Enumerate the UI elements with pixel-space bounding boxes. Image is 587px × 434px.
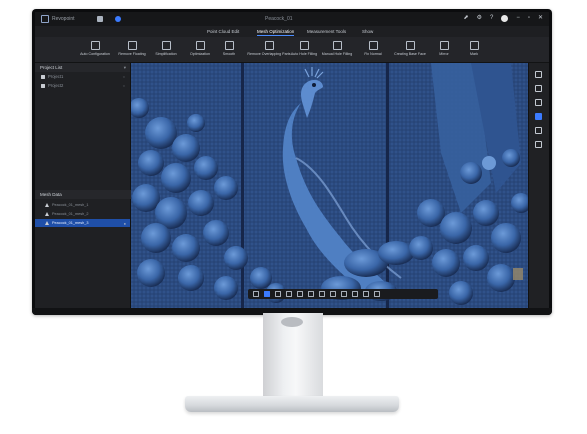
- left-panel: Project List ▾ Project1 ○ Project2 ○ Mes…: [35, 63, 135, 308]
- mirror-icon: [439, 41, 449, 50]
- project-list-header: Project List ▾: [35, 63, 130, 72]
- window-controls: ⬈ ⚙ ? − ▫ ✕: [464, 15, 543, 22]
- mesh-item[interactable]: Peacock_01_mesh_2: [35, 210, 130, 218]
- refresh-icon: [264, 41, 274, 50]
- select-icon[interactable]: [253, 291, 259, 297]
- mesh-data-title: Mesh Data: [40, 192, 62, 197]
- share-icon[interactable]: ⬈: [464, 15, 469, 22]
- project-item[interactable]: Project1 ○: [35, 72, 130, 81]
- redo-icon[interactable]: [341, 291, 347, 297]
- tab-measurement-tools[interactable]: Measurement Tools: [307, 29, 346, 34]
- project-icon: [41, 83, 45, 88]
- tab-mesh-optimization[interactable]: Mesh Optimization: [257, 29, 295, 36]
- project-icon: [41, 74, 45, 79]
- avatar[interactable]: [501, 15, 509, 22]
- rectangle-select-icon[interactable]: [275, 291, 281, 297]
- project-label: Project1: [48, 74, 64, 79]
- fix-normal-button[interactable]: Fix Normal: [353, 41, 393, 56]
- auto-configuration-button[interactable]: Auto Configuration: [75, 41, 115, 56]
- minimize-icon[interactable]: −: [516, 15, 520, 22]
- app-logo: Revopoint: [41, 15, 75, 23]
- viewport-toolbar: [248, 289, 438, 299]
- more-icon[interactable]: [374, 291, 380, 297]
- project-label: Project2: [48, 83, 64, 88]
- settings-icon[interactable]: ⚙: [477, 15, 482, 22]
- visibility-icon[interactable]: ○: [123, 83, 125, 88]
- view-cube-icon[interactable]: [363, 291, 369, 297]
- lighting-icon[interactable]: [535, 99, 542, 106]
- mesh-label: Peacock_01_mesh_3: [52, 221, 89, 225]
- wave-icon: [224, 41, 234, 50]
- manual-hole-filling-button[interactable]: Manual Hole Filling: [317, 41, 357, 56]
- sliders-icon: [161, 41, 171, 50]
- maximize-icon[interactable]: ▫: [528, 15, 530, 22]
- collapse-icon[interactable]: ▾: [124, 65, 126, 71]
- texture-icon[interactable]: [535, 113, 542, 120]
- close-icon[interactable]: ✕: [538, 15, 543, 22]
- delete-icon[interactable]: [535, 141, 542, 148]
- smooth-button[interactable]: Smooth: [209, 41, 249, 56]
- grid-icon: [195, 41, 205, 50]
- mesh-label: Peacock_01_mesh_2: [52, 212, 89, 216]
- mesh-data-header: Mesh Data: [35, 190, 135, 199]
- fill-icon: [299, 41, 309, 50]
- visibility-icon[interactable]: ●: [124, 221, 126, 226]
- mark-button[interactable]: Mark: [454, 41, 494, 56]
- mesh-item-selected[interactable]: Peacock_01_mesh_3 ●: [35, 219, 130, 227]
- help-icon[interactable]: ?: [490, 15, 493, 22]
- brush-icon: [332, 41, 342, 50]
- menu-bar: Point Cloud Edit Mesh Optimization Measu…: [35, 26, 549, 37]
- tab-show[interactable]: Show: [362, 29, 373, 34]
- cursor-icon[interactable]: [264, 291, 270, 297]
- view-top-icon[interactable]: [535, 85, 542, 92]
- brush-select-icon[interactable]: [297, 291, 303, 297]
- fit-view-icon[interactable]: [352, 291, 358, 297]
- measure-icon[interactable]: [535, 127, 542, 134]
- app-window: Revopoint Peacock_01 ⬈ ⚙ ? − ▫ ✕ Point C…: [35, 12, 549, 308]
- project-item[interactable]: Project2 ○: [35, 81, 130, 90]
- mesh-label: Peacock_01_mesh_1: [52, 203, 89, 207]
- mesh-icon: [45, 221, 49, 225]
- delete-icon[interactable]: [319, 291, 325, 297]
- mark-icon: [469, 41, 479, 50]
- normal-icon: [368, 41, 378, 50]
- project-list-title: Project List: [40, 65, 63, 70]
- undo-icon[interactable]: [330, 291, 336, 297]
- logo-icon: [41, 15, 49, 23]
- cable-hole: [281, 317, 303, 327]
- tab-point-cloud-edit[interactable]: Point Cloud Edit: [207, 29, 239, 34]
- logo-text: Revopoint: [52, 16, 75, 22]
- scan-icon[interactable]: [114, 16, 121, 22]
- 3d-viewport[interactable]: [131, 63, 529, 308]
- lasso-icon[interactable]: [286, 291, 292, 297]
- monitor: Revopoint Peacock_01 ⬈ ⚙ ? − ▫ ✕ Point C…: [32, 9, 552, 315]
- invert-icon[interactable]: [308, 291, 314, 297]
- monitor-stand: [263, 313, 323, 401]
- toolbar: Auto Configuration Remove Floating Simpl…: [35, 37, 549, 63]
- right-rail: [528, 63, 549, 308]
- mesh-icon: [45, 203, 49, 207]
- gear-icon: [90, 41, 100, 50]
- eye-icon: [127, 41, 137, 50]
- peacock-relief-model: [131, 63, 529, 308]
- window-title: Peacock_01: [265, 16, 293, 22]
- title-bar: Revopoint Peacock_01 ⬈ ⚙ ? − ▫ ✕: [35, 12, 549, 26]
- view-front-icon[interactable]: [535, 71, 542, 78]
- mesh-item[interactable]: Peacock_01_mesh_1: [35, 201, 130, 209]
- monitor-base: [185, 396, 399, 412]
- chart-icon: [405, 41, 415, 50]
- visibility-icon[interactable]: ○: [123, 74, 125, 79]
- home-icon[interactable]: [96, 16, 103, 22]
- mesh-icon: [45, 212, 49, 216]
